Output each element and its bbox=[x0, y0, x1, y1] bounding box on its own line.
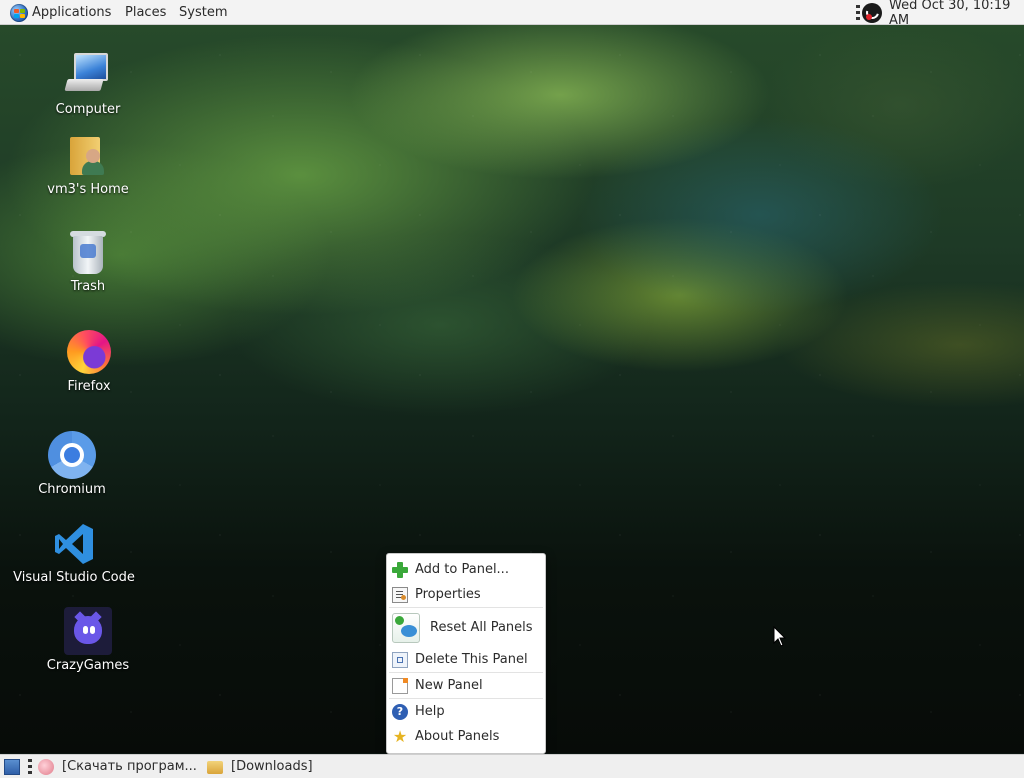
menu-item-label: Help bbox=[415, 704, 445, 719]
menu-item-label: Properties bbox=[415, 587, 481, 602]
desktop-icon-label: Computer bbox=[55, 102, 121, 117]
desktop-icon-crazygames[interactable]: CrazyGames bbox=[28, 607, 148, 673]
about-star-icon: ★ bbox=[392, 726, 408, 746]
properties-icon bbox=[392, 586, 408, 603]
taskbar-item-label: [Скачать програм... bbox=[62, 759, 197, 774]
applications-menu[interactable]: Applications bbox=[10, 0, 111, 25]
desktop-icon-label: Trash bbox=[70, 279, 106, 294]
menu-item-new-panel[interactable]: New Panel bbox=[387, 673, 545, 698]
desktop-icon-computer[interactable]: Computer bbox=[28, 51, 148, 117]
desktop-icon-label: Chromium bbox=[38, 482, 106, 497]
menu-item-properties[interactable]: Properties bbox=[387, 582, 545, 607]
app-icon bbox=[38, 758, 54, 775]
menu-item-label: About Panels bbox=[415, 729, 500, 744]
computer-icon bbox=[64, 51, 112, 99]
desktop-icon-label: Firefox bbox=[67, 379, 111, 394]
desktop-icon-vscode[interactable]: Visual Studio Code bbox=[13, 519, 135, 585]
places-menu-label: Places bbox=[125, 5, 167, 20]
menu-item-add-to-panel[interactable]: Add to Panel... bbox=[387, 557, 545, 582]
trash-icon bbox=[64, 228, 112, 276]
desktop-icon-label: Visual Studio Code bbox=[13, 570, 135, 585]
folder-icon bbox=[207, 761, 223, 774]
new-panel-icon bbox=[392, 677, 408, 694]
show-desktop-icon[interactable] bbox=[4, 759, 20, 775]
desktop-icon-label: vm3's Home bbox=[47, 182, 129, 197]
system-menu[interactable]: System bbox=[179, 0, 227, 25]
desktop-icon-home[interactable]: vm3's Home bbox=[28, 131, 148, 197]
chromium-icon bbox=[48, 431, 96, 479]
top-panel: Applications Places System Wed Oct 30, 1… bbox=[0, 0, 1024, 28]
mouse-cursor-icon bbox=[773, 626, 787, 647]
desktop-icon-trash[interactable]: Trash bbox=[28, 228, 148, 294]
home-folder-icon bbox=[64, 131, 112, 179]
bottom-panel: [Скачать програм... [Downloads] bbox=[0, 754, 1024, 778]
menu-item-delete-this-panel[interactable]: Delete This Panel bbox=[387, 647, 545, 672]
help-icon: ? bbox=[392, 703, 408, 720]
crazygames-icon bbox=[64, 607, 112, 655]
system-menu-label: System bbox=[179, 5, 228, 20]
taskbar-item-downloads[interactable]: [Downloads] bbox=[207, 755, 313, 778]
menu-item-label: Delete This Panel bbox=[415, 652, 528, 667]
applications-icon bbox=[10, 3, 28, 22]
delete-panel-icon bbox=[392, 651, 408, 668]
panel-drag-handle[interactable] bbox=[856, 5, 860, 20]
menu-item-about-panels[interactable]: ★ About Panels bbox=[387, 724, 545, 749]
menu-item-help[interactable]: ? Help bbox=[387, 699, 545, 724]
desktop-icon-firefox[interactable]: Firefox bbox=[29, 328, 149, 394]
places-menu[interactable]: Places bbox=[125, 0, 166, 25]
taskbar-item-label: [Downloads] bbox=[231, 759, 313, 774]
menu-item-label: Reset All Panels bbox=[430, 620, 533, 635]
vscode-icon bbox=[50, 519, 98, 567]
add-icon bbox=[392, 561, 408, 578]
taskbar-item-app[interactable]: [Скачать програм... bbox=[38, 755, 197, 778]
menu-item-reset-all-panels[interactable]: Reset All Panels bbox=[387, 608, 545, 647]
tray-app-icon[interactable] bbox=[862, 3, 882, 23]
applications-menu-label: Applications bbox=[32, 5, 112, 20]
clock[interactable]: Wed Oct 30, 10:19 AM bbox=[889, 0, 1024, 28]
desktop-icon-chromium[interactable]: Chromium bbox=[12, 431, 132, 497]
desktop-icon-label: CrazyGames bbox=[46, 658, 130, 673]
menu-item-label: New Panel bbox=[415, 678, 483, 693]
panel-context-menu: Add to Panel... Properties Reset All Pan… bbox=[386, 553, 546, 754]
reset-icon bbox=[392, 612, 420, 643]
panel-drag-handle[interactable] bbox=[28, 759, 32, 774]
firefox-icon bbox=[65, 328, 113, 376]
menu-item-label: Add to Panel... bbox=[415, 562, 509, 577]
